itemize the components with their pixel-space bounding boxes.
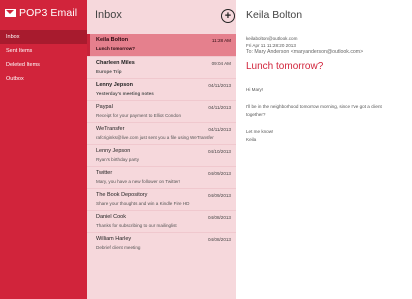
sent-date: Fri Apr 11 11:28:20 2013 <box>246 43 296 48</box>
message-date: 04/08/2013 <box>208 215 231 220</box>
folder-deleted-items[interactable]: Deleted Items <box>0 58 87 72</box>
plus-circle-icon[interactable]: + <box>221 9 235 23</box>
message-date: 11:28 AM <box>211 38 231 43</box>
message-row[interactable]: Charleen Miles Europe Trip 09:04 AM <box>87 56 236 78</box>
app-title: POP3 Email <box>19 7 78 19</box>
body-line: together? <box>246 112 266 117</box>
message-subject: Europe Trip <box>96 69 122 74</box>
folder-list: Inbox Sent Items Deleted Items Outbox <box>0 30 87 86</box>
message-date: 04/11/2013 <box>208 83 231 88</box>
message-date: 04/11/2013 <box>208 105 231 110</box>
message-row[interactable]: William Harley Debrief client meeting 04… <box>87 232 236 254</box>
message-subject: Share your thoughts and win a Kindle Fir… <box>96 201 190 206</box>
message-row[interactable]: Paypal Receipt for your payment to Ellio… <box>87 100 236 122</box>
sidebar: POP3 Email Inbox Sent Items Deleted Item… <box>0 0 87 299</box>
message-date: 04/11/2013 <box>208 127 231 132</box>
message-subject: Receipt for your payment to Elliot Condo… <box>96 113 182 118</box>
message-date: 09:04 AM <box>211 61 231 66</box>
message-date: 04/09/2013 <box>208 193 231 198</box>
body-closing: Let me know! <box>246 129 274 134</box>
message-subject: rafcriginks@live.com just sent you a fil… <box>96 135 214 140</box>
body-greeting: Hi Mary! <box>246 87 264 92</box>
message-subject: Yesterday's meeting notes <box>96 91 154 96</box>
message-row[interactable]: Daniel Cook Thanks for subscribing to ou… <box>87 210 236 232</box>
body-signature: Keila <box>246 137 257 142</box>
folder-outbox[interactable]: Outbox <box>0 72 87 86</box>
inbox-title: Inbox <box>95 9 122 21</box>
folder-sent-items[interactable]: Sent Items <box>0 44 87 58</box>
message-row[interactable]: Lenny Jepson Ryan's birthday party 04/10… <box>87 144 236 166</box>
reading-sender-name: Keila Bolton <box>246 9 303 21</box>
message-subject: Ryan's birthday party <box>96 157 140 162</box>
message-row[interactable]: Lenny Jepson Yesterday's meeting notes 0… <box>87 78 236 100</box>
message-subject: Debrief client meeting <box>96 245 141 250</box>
message-subject: Thanks for subscribing to our mailinglis… <box>96 223 177 228</box>
app-brand: POP3 Email <box>0 0 87 26</box>
message-row[interactable]: WeTransfer rafcriginks@live.com just sen… <box>87 122 236 144</box>
message-list: Inbox + Keila Bolton Lunch tomorrow? 11:… <box>87 0 236 299</box>
reading-pane: Keila Bolton keilabolton@outlook.com Fri… <box>236 0 412 299</box>
reading-subject: Lunch tomorrow? <box>246 61 324 72</box>
sender-email[interactable]: keilabolton@outlook.com <box>246 35 412 42</box>
message-body: Hi Mary! I'll be in the neighborhood tom… <box>246 86 412 143</box>
message-sender: Charleen Miles <box>96 60 135 66</box>
message-meta: keilabolton@outlook.com Fri Apr 11 11:28… <box>246 35 412 56</box>
recipient-line: To: Mary Anderson <maryanderson@outlook.… <box>246 49 364 55</box>
message-subject: Lunch tomorrow? <box>96 46 136 51</box>
envelope-icon <box>5 9 16 17</box>
message-date: 04/08/2013 <box>208 237 231 242</box>
message-row[interactable]: Twitter Mary, you have a new follower on… <box>87 166 236 188</box>
folder-inbox[interactable]: Inbox <box>0 30 87 44</box>
message-list-header: Inbox + <box>87 0 236 34</box>
body-line: I'll be in the neighborhood tomorrow mor… <box>246 104 382 109</box>
message-date: 04/10/2013 <box>208 149 231 154</box>
message-row[interactable]: The Book Depository Share your thoughts … <box>87 188 236 210</box>
message-row[interactable]: Keila Bolton Lunch tomorrow? 11:28 AM <box>87 34 236 56</box>
message-subject: Mary, you have a new follower on Twitter… <box>96 179 181 184</box>
message-sender: Keila Bolton <box>96 37 129 43</box>
message-date: 04/09/2013 <box>208 171 231 176</box>
